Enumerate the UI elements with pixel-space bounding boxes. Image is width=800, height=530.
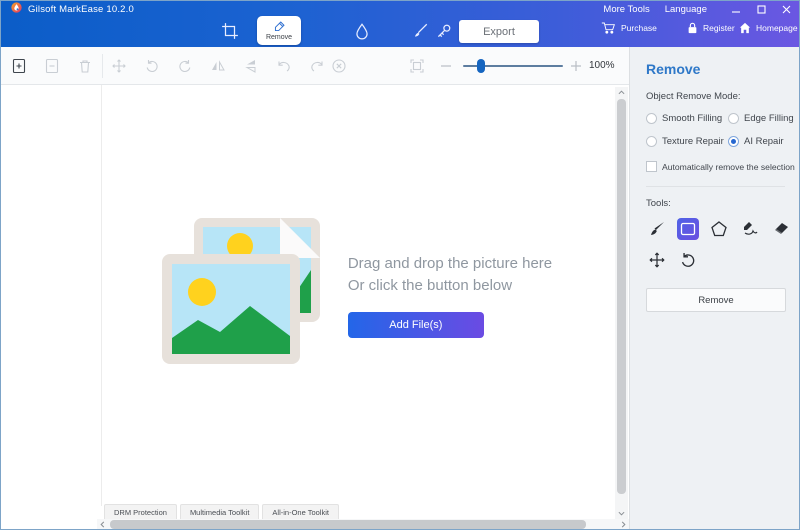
reset-rotate-tool-icon[interactable] (677, 249, 699, 271)
zoom-out-icon[interactable] (439, 58, 453, 74)
remove-panel: Remove Object Remove Mode: Smooth Fillin… (629, 47, 799, 529)
fit-to-window-icon[interactable] (409, 58, 425, 74)
main-nav: Remove Export Purchase Register Homepage (1, 16, 799, 47)
app-logo-icon (11, 2, 22, 16)
add-file-icon[interactable] (11, 58, 27, 74)
zoom-slider[interactable] (463, 59, 563, 73)
rotate-left-icon[interactable] (144, 58, 160, 74)
radio-circle-selected[interactable] (728, 136, 739, 147)
radio-label: AI Repair (744, 136, 784, 147)
mode-options: Smooth Filling Edge Filling Texture Repa… (646, 113, 799, 147)
panel-divider (646, 186, 785, 187)
drop-zone[interactable]: Drag and drop the picture here Or click … (101, 85, 613, 505)
radio-label: Texture Repair (662, 136, 724, 147)
scroll-left-icon[interactable] (97, 519, 108, 529)
flip-horizontal-icon[interactable] (210, 58, 226, 74)
auto-remove-option[interactable]: Automatically remove the selection (646, 161, 799, 172)
minimize-button[interactable] (732, 5, 741, 14)
radio-texture-repair[interactable]: Texture Repair (646, 136, 728, 147)
image-placeholder-icon (161, 217, 322, 373)
tab-multimedia-toolkit[interactable]: Multimedia Toolkit (179, 504, 260, 519)
menu-language[interactable]: Language (665, 4, 707, 15)
register-link[interactable]: Register (687, 22, 735, 34)
register-label: Register (703, 23, 735, 33)
move-icon[interactable] (111, 58, 127, 74)
purchase-label: Purchase (621, 23, 657, 33)
scroll-up-icon[interactable] (615, 87, 628, 98)
cart-icon (601, 22, 616, 34)
app-title: Gilsoft MarkEase 10.2.0 (28, 3, 134, 15)
menu-more-tools[interactable]: More Tools (603, 4, 649, 15)
homepage-link[interactable]: Homepage (739, 22, 798, 34)
horizontal-scroll-thumb[interactable] (110, 520, 586, 529)
move-tool-icon[interactable] (646, 249, 668, 271)
brush-tool-icon[interactable] (646, 218, 668, 240)
homepage-label: Homepage (756, 23, 798, 33)
mode-section-label: Object Remove Mode: (646, 91, 741, 102)
key-tab-icon[interactable] (435, 22, 453, 40)
crop-tab-icon[interactable] (221, 22, 239, 40)
toolbar-separator (102, 54, 103, 78)
vertical-scrollbar[interactable] (615, 87, 628, 519)
delete-icon[interactable] (77, 58, 93, 74)
remove-file-icon[interactable] (44, 58, 60, 74)
remove-tab-label: Remove (265, 34, 293, 41)
radio-label: Smooth Filling (662, 113, 723, 124)
redo-icon[interactable] (309, 58, 325, 74)
auto-remove-label: Automatically remove the selection (662, 161, 795, 172)
radio-label: Edge Filling (744, 113, 794, 124)
polygon-tool-icon[interactable] (708, 218, 730, 240)
maximize-button[interactable] (757, 4, 766, 14)
smart-pen-tool-icon[interactable] (739, 218, 761, 240)
tab-all-in-one-toolkit[interactable]: All-in-One Toolkit (262, 504, 339, 519)
remove-tab[interactable]: Remove (257, 16, 301, 45)
vertical-scroll-thumb[interactable] (617, 99, 626, 494)
deselect-icon[interactable] (331, 58, 347, 74)
radio-edge-filling[interactable]: Edge Filling (728, 113, 794, 124)
zoom-in-icon[interactable] (569, 58, 583, 74)
drop-hint-line2: Or click the button below (347, 276, 513, 294)
radio-circle[interactable] (646, 136, 657, 147)
radio-smooth-filling[interactable]: Smooth Filling (646, 113, 728, 124)
radio-circle[interactable] (728, 113, 739, 124)
lock-icon (687, 22, 698, 34)
undo-icon[interactable] (276, 58, 292, 74)
add-files-button[interactable]: Add File(s) (347, 311, 484, 338)
auto-remove-checkbox[interactable] (646, 161, 657, 172)
watermark-tab-icon[interactable] (353, 22, 371, 40)
edit-toolbar: 100% (1, 47, 631, 85)
scroll-down-icon[interactable] (615, 508, 628, 519)
tool-row-1 (646, 218, 799, 240)
flip-vertical-icon[interactable] (243, 58, 259, 74)
panel-title: Remove (646, 61, 701, 77)
rect-select-tool-icon[interactable] (677, 218, 699, 240)
radio-circle[interactable] (646, 113, 657, 124)
radio-ai-repair[interactable]: AI Repair (728, 136, 794, 147)
close-button[interactable] (782, 5, 791, 14)
canvas-workspace: Drag and drop the picture here Or click … (1, 85, 631, 529)
zoom-level: 100% (589, 60, 615, 71)
eraser-tool-icon[interactable] (770, 218, 792, 240)
scroll-right-icon[interactable] (618, 519, 629, 529)
home-icon (739, 22, 751, 34)
titlebar[interactable]: Gilsoft MarkEase 10.2.0 More Tools Langu… (1, 1, 799, 17)
drop-hint-line1: Drag and drop the picture here (347, 254, 553, 272)
tab-drm-protection[interactable]: DRM Protection (104, 504, 177, 519)
header: Gilsoft MarkEase 10.2.0 More Tools Langu… (1, 1, 799, 47)
tool-row-2 (646, 249, 799, 271)
remove-action-button[interactable]: Remove (646, 288, 786, 312)
export-button[interactable]: Export (459, 20, 539, 43)
horizontal-scrollbar[interactable] (97, 519, 629, 529)
tools-section-label: Tools: (646, 198, 671, 209)
app-window: Gilsoft MarkEase 10.2.0 More Tools Langu… (0, 0, 800, 530)
brush-tab-icon[interactable] (411, 22, 429, 40)
bottom-tabs: DRM Protection Multimedia Toolkit All-in… (104, 504, 339, 519)
zoom-slider-handle[interactable] (477, 59, 485, 73)
rotate-right-icon[interactable] (177, 58, 193, 74)
purchase-link[interactable]: Purchase (601, 22, 657, 34)
